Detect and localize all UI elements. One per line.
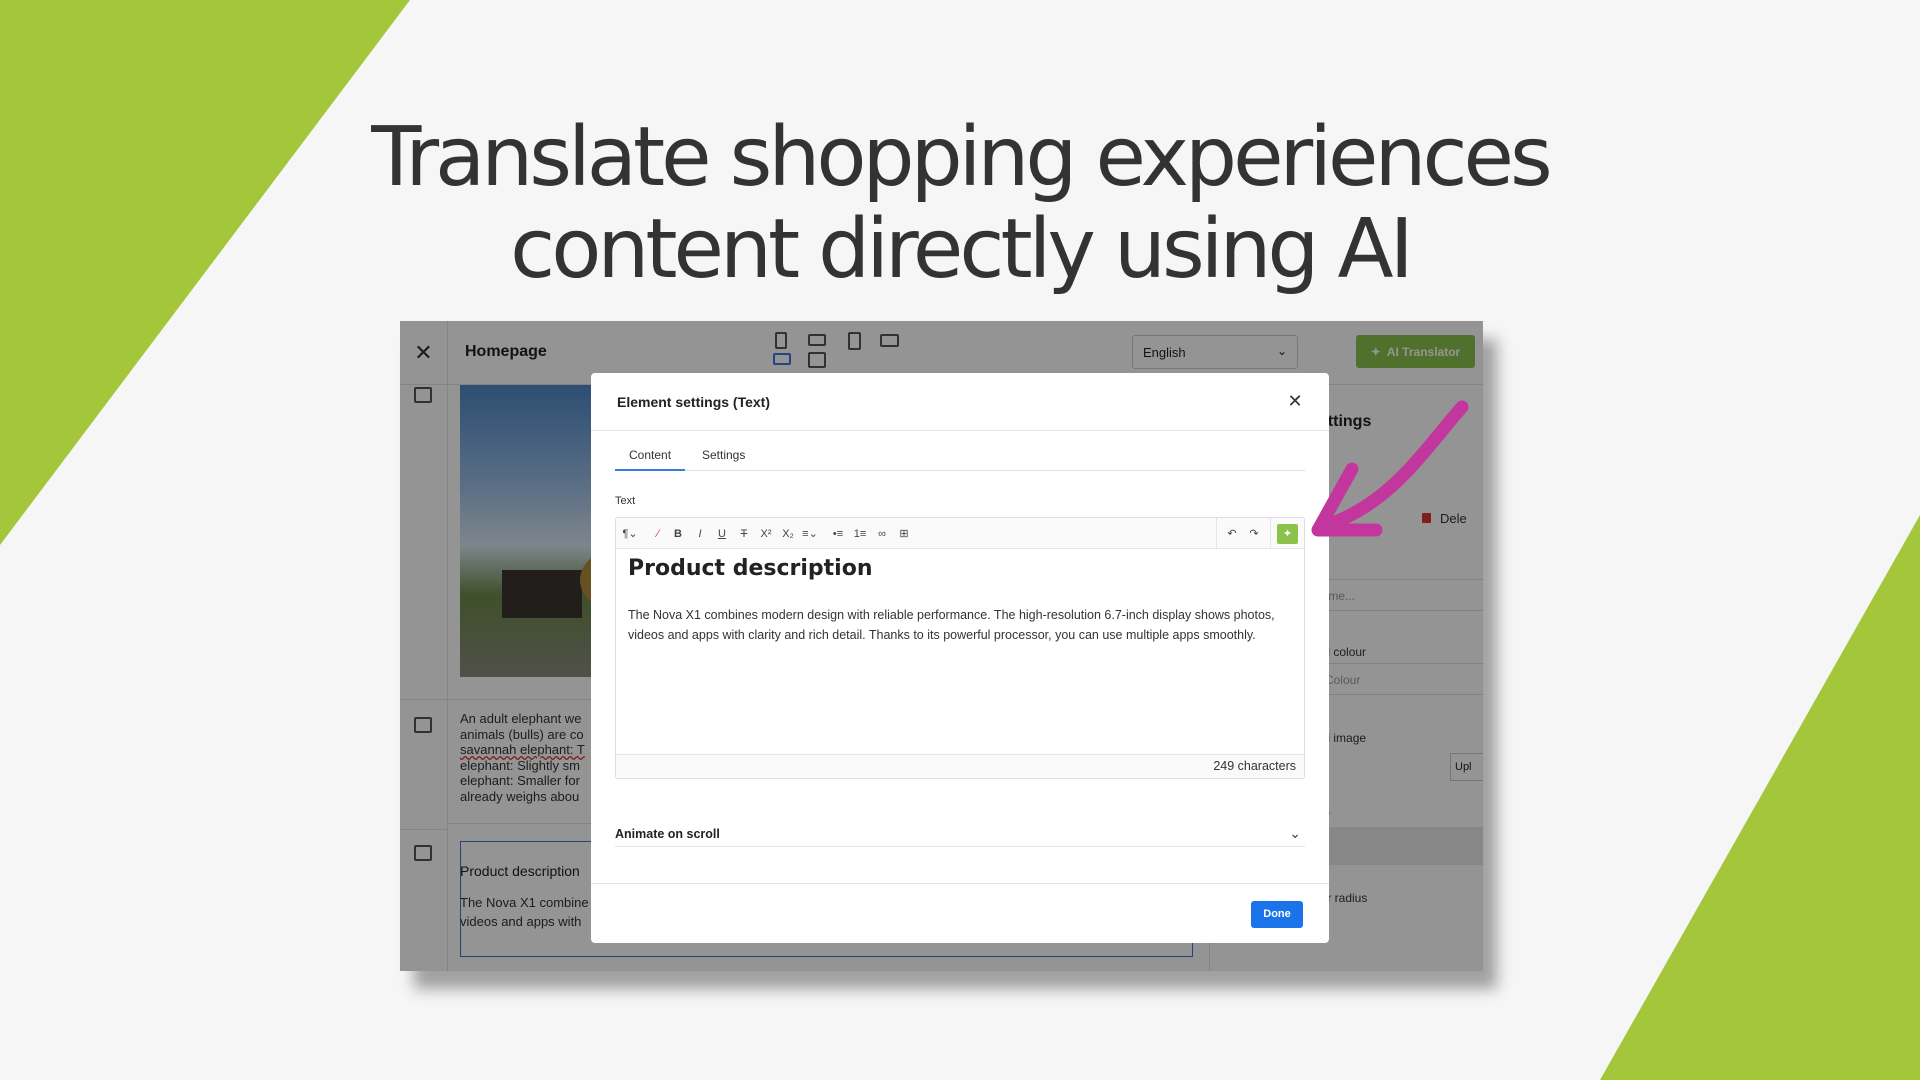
italic-icon[interactable]: I [692, 525, 708, 543]
underline-icon[interactable]: U [714, 525, 730, 543]
link-icon[interactable]: ∞ [874, 525, 890, 543]
ai-translate-icon[interactable]: ✦ [1277, 524, 1298, 544]
strikethrough-icon[interactable]: T [736, 525, 752, 543]
subscript-icon[interactable]: X₂ [780, 525, 796, 543]
accordion-label: Animate on scroll [615, 827, 720, 841]
headline-line-1: Translate shopping experiences [371, 110, 1552, 205]
align-icon[interactable]: ≡⌄ [802, 525, 818, 543]
dialog-title: Element settings (Text) [617, 394, 770, 410]
editor-body-text[interactable]: The Nova X1 combines modern design with … [628, 606, 1288, 645]
numbered-list-icon[interactable]: 1≡ [852, 525, 868, 543]
done-button[interactable]: Done [1251, 901, 1303, 928]
editor-heading[interactable]: Product description [628, 556, 873, 581]
clear-format-icon[interactable]: ⁄ [650, 525, 666, 543]
redo-icon[interactable]: ↷ [1246, 525, 1262, 543]
dialog-divider [591, 430, 1329, 431]
annotation-arrow-icon [1311, 400, 1469, 537]
headline: Translate shopping experiences content d… [0, 112, 1920, 296]
editor-toolbar: ¶⌄ ⁄ B I U T X² X₂ ≡⌄ •≡ 1≡ ∞ ⊞ ↶ ↷ ✦ [616, 518, 1304, 549]
background-triangle-right [1600, 515, 1920, 1080]
tab-content[interactable]: Content [615, 445, 686, 471]
superscript-icon[interactable]: X² [758, 525, 774, 543]
element-settings-dialog: Element settings (Text) ✕ Content Settin… [591, 373, 1329, 943]
dialog-divider [591, 883, 1329, 884]
table-icon[interactable]: ⊞ [896, 525, 912, 543]
headline-line-2: content directly using AI [510, 202, 1414, 297]
chevron-down-icon: ⌄ [1289, 825, 1301, 841]
bullet-list-icon[interactable]: •≡ [830, 525, 846, 543]
paragraph-format-icon[interactable]: ¶⌄ [622, 525, 638, 543]
toolbar-divider [1216, 518, 1217, 549]
animate-on-scroll-accordion[interactable]: Animate on scroll ⌄ [615, 825, 1305, 847]
undo-icon[interactable]: ↶ [1224, 525, 1240, 543]
character-count: 249 characters [616, 754, 1304, 778]
toolbar-divider [1270, 518, 1271, 549]
bold-icon[interactable]: B [670, 525, 686, 543]
rich-text-editor[interactable]: ¶⌄ ⁄ B I U T X² X₂ ≡⌄ •≡ 1≡ ∞ ⊞ ↶ ↷ ✦ Pr… [615, 517, 1305, 779]
text-field-label: Text [615, 495, 636, 507]
tab-settings[interactable]: Settings [688, 445, 759, 471]
dialog-tabs: Content Settings [615, 445, 1305, 471]
